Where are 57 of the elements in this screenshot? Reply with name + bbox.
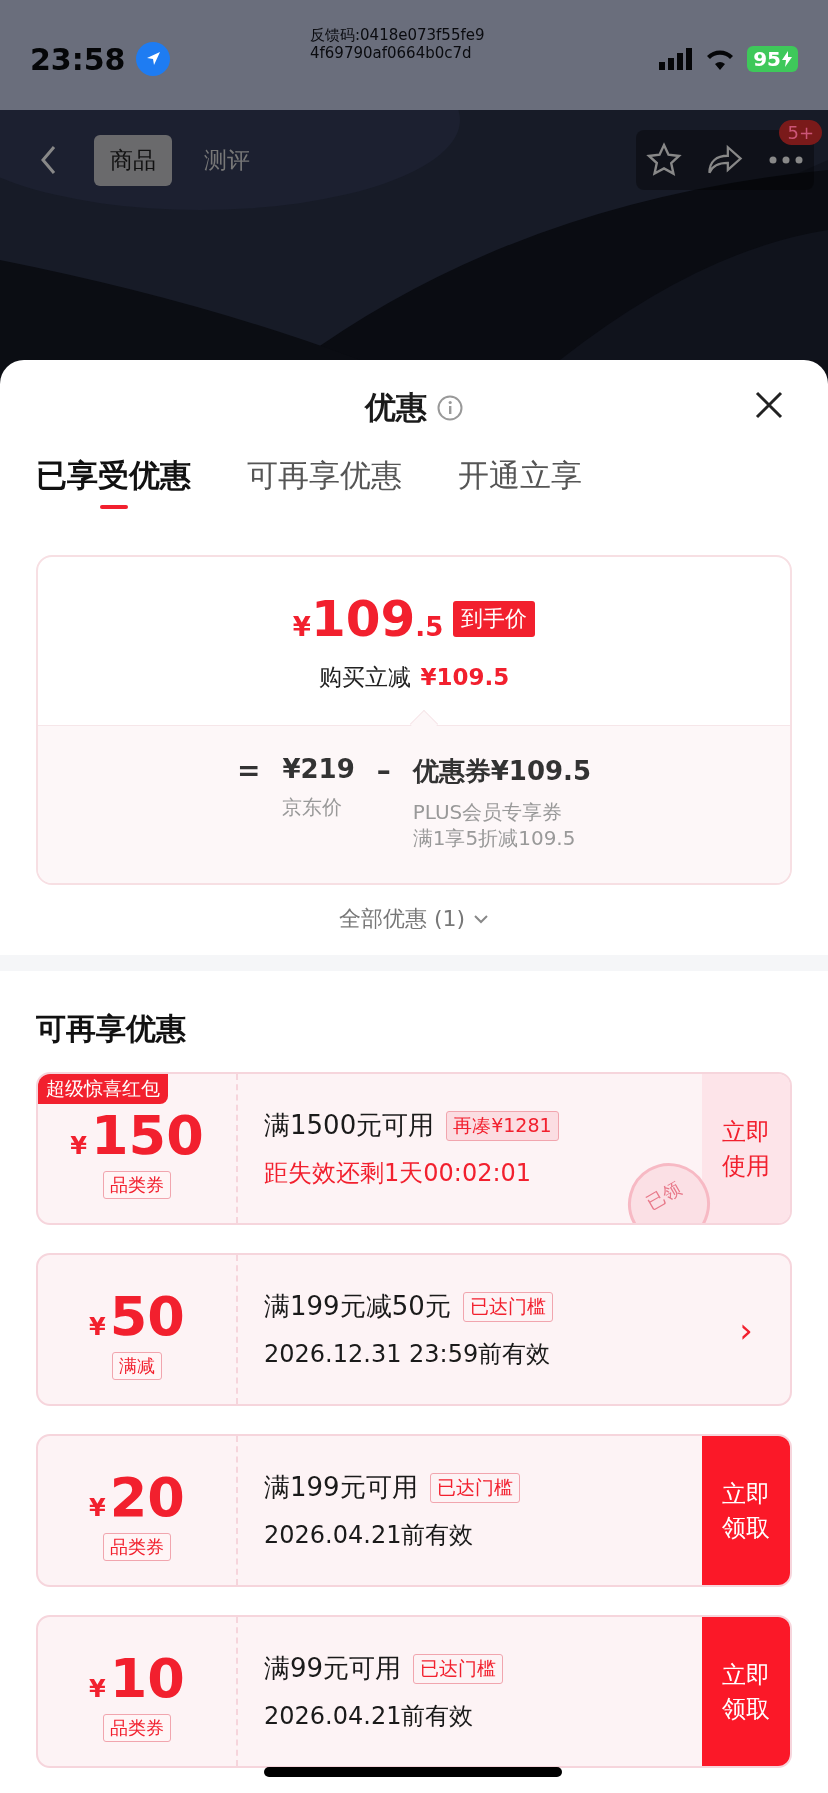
coupon-type: 满减	[112, 1351, 162, 1380]
location-icon	[135, 42, 170, 76]
close-button[interactable]	[754, 390, 784, 420]
offer-tab[interactable]: 开通立享	[458, 455, 582, 509]
coupon-condition: 满199元可用	[264, 1471, 418, 1504]
base-price-label: 京东价	[282, 794, 344, 820]
offer-tab[interactable]: 可再享优惠	[247, 455, 402, 509]
use-now-button[interactable]: 立即使用	[702, 1074, 790, 1223]
info-icon[interactable]	[437, 394, 463, 421]
coupon-amount: ¥10	[89, 1649, 185, 1708]
section-title: 可再享优惠	[35, 1010, 187, 1048]
all-offers-link[interactable]: 全部优惠 (1)	[332, 903, 496, 935]
threshold-tag: 已达门槛	[429, 1472, 520, 1503]
threshold-tag: 已达门槛	[413, 1653, 504, 1684]
coupon-discount: 优惠券¥109.5	[412, 755, 592, 788]
claim-button[interactable]: 立即领取	[702, 1617, 790, 1766]
promo-ribbon: 超级惊喜红包	[38, 1074, 168, 1104]
validity-text: 2026.04.21前有效	[264, 1520, 475, 1551]
more-icon[interactable]	[768, 155, 804, 165]
coupon-type: 品类券	[103, 1713, 171, 1742]
countdown-text: 距失效还剩1天00:02:01	[264, 1158, 533, 1189]
validity-text: 2026.12.31 23:59前有效	[264, 1339, 552, 1370]
coupon-amount: ¥50	[89, 1287, 185, 1346]
saving-label: 购买立减	[318, 662, 411, 692]
discount-note: PLUS会员专享券	[412, 799, 564, 825]
coupon-type: 品类券	[103, 1532, 171, 1561]
chevron-down-icon	[473, 914, 490, 924]
nav-tab[interactable]: 测评	[188, 134, 266, 186]
feedback-code: 4f69790af0664b0c7d	[310, 44, 473, 62]
equals-sign: =	[236, 754, 261, 789]
status-time: 23:58	[30, 42, 126, 77]
saving-amount: ¥109.5	[420, 663, 510, 690]
coupon-amount: ¥20	[89, 1468, 185, 1527]
threshold-tag: 再凑¥1281	[446, 1110, 559, 1141]
offer-tab[interactable]: 已享受优惠	[36, 455, 191, 509]
coupon-condition: 满99元可用	[264, 1652, 402, 1685]
base-price: ¥219	[282, 754, 355, 784]
validity-text: 2026.04.21前有效	[264, 1701, 475, 1732]
nav-tab[interactable]: 商品	[94, 134, 172, 186]
price-tag: 到手价	[453, 600, 536, 637]
claim-button[interactable]: 立即领取	[702, 1436, 790, 1585]
discount-note: 满1享5折减109.5	[412, 825, 577, 851]
star-icon[interactable]	[646, 142, 682, 178]
wifi-icon	[705, 48, 736, 70]
coupon-amount: ¥150	[70, 1106, 204, 1165]
coupon-condition: 满1500元可用	[264, 1109, 435, 1142]
back-icon[interactable]	[40, 145, 56, 175]
coupon-type: 品类券	[103, 1170, 171, 1199]
minus-sign: –	[376, 754, 391, 789]
coupon-condition: 满199元减50元	[264, 1290, 451, 1323]
chevron-button[interactable]: ›	[702, 1255, 790, 1404]
threshold-tag: 已达门槛	[462, 1291, 553, 1322]
sheet-title: 优惠	[365, 387, 427, 427]
signal-icon	[659, 48, 694, 70]
feedback-code: 反馈码:0418e073f55fe9	[310, 26, 485, 44]
final-price: ¥109.5	[292, 589, 444, 648]
battery-indicator: 95	[747, 46, 798, 72]
